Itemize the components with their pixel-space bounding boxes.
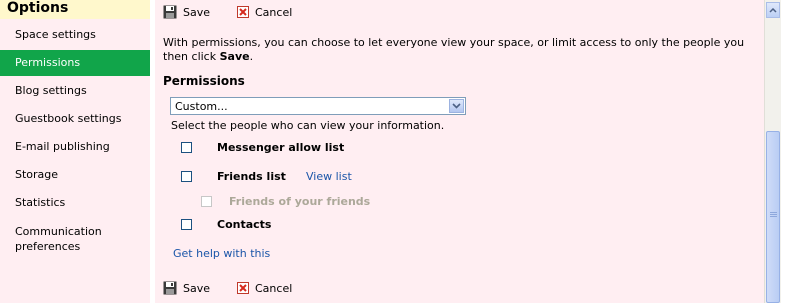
messenger-allow-list-option: Messenger allow list <box>181 139 344 155</box>
options-sidebar: Options Space settings Permissions Blog … <box>0 0 150 303</box>
cancel-button-bottom[interactable]: Cancel <box>237 280 292 296</box>
friends-of-friends-checkbox[interactable] <box>201 195 212 207</box>
dropdown-value: Custom... <box>175 100 228 113</box>
save-icon <box>163 281 177 295</box>
sidebar-item-storage[interactable]: Storage <box>0 162 150 188</box>
friends-list-checkbox[interactable] <box>181 170 192 182</box>
chevron-down-icon[interactable] <box>449 99 464 113</box>
friends-list-option: Friends list View list <box>181 168 352 184</box>
intro-line-1: With permissions, you can choose to let … <box>163 36 745 49</box>
window-edge <box>781 0 787 303</box>
save-button-bottom[interactable]: Save <box>163 280 210 296</box>
view-list-link[interactable]: View list <box>306 170 352 183</box>
messenger-allow-list-label: Messenger allow list <box>217 140 345 154</box>
sidebar-item-label-line2: preferences <box>15 240 81 253</box>
friends-of-friends-label: Friends of your friends <box>229 194 371 208</box>
sidebar-item-communication-preferences[interactable]: Communication preferences <box>0 219 150 255</box>
sidebar-item-statistics[interactable]: Statistics <box>0 190 150 216</box>
bottom-toolbar: Save Cancel <box>155 276 764 298</box>
sidebar-item-space-settings[interactable]: Space settings <box>0 22 150 48</box>
contacts-option: Contacts <box>181 216 271 232</box>
top-toolbar: Save Cancel <box>155 0 764 22</box>
sidebar-title: Options <box>0 0 150 19</box>
contacts-checkbox[interactable] <box>181 218 192 230</box>
sidebar-item-permissions[interactable]: Permissions <box>0 50 150 76</box>
close-icon <box>237 6 249 18</box>
vertical-scrollbar[interactable] <box>764 0 781 303</box>
cancel-button-top[interactable]: Cancel <box>237 4 292 20</box>
intro-save-word: Save <box>219 50 250 63</box>
cancel-label: Cancel <box>255 281 293 295</box>
save-label: Save <box>183 281 211 295</box>
permissions-dropdown[interactable]: Custom... <box>170 97 466 115</box>
sidebar-item-label: Communication <box>15 225 102 238</box>
permissions-panel: Save Cancel With permissions, you can ch… <box>155 0 764 303</box>
save-icon <box>163 5 177 19</box>
sidebar-item-guestbook-settings[interactable]: Guestbook settings <box>0 106 150 132</box>
friends-list-label: Friends list <box>217 169 286 183</box>
chevron-up-icon <box>769 7 777 13</box>
select-hint: Select the people who can view your info… <box>171 119 445 132</box>
help-link[interactable]: Get help with this <box>173 247 270 260</box>
intro-line-2-end: . <box>249 50 254 63</box>
friends-of-friends-option: Friends of your friends <box>201 193 370 209</box>
sidebar-item-email-publishing[interactable]: E-mail publishing <box>0 134 150 160</box>
intro-line-2-text: then click <box>163 50 220 63</box>
intro-line-2: then click Save. <box>163 50 764 64</box>
save-button-top[interactable]: Save <box>163 4 210 20</box>
save-label: Save <box>183 5 211 19</box>
contacts-label: Contacts <box>217 217 272 231</box>
sidebar-item-blog-settings[interactable]: Blog settings <box>0 78 150 104</box>
permissions-title: Permissions <box>163 74 245 88</box>
intro-text: With permissions, you can choose to let … <box>163 36 764 64</box>
scroll-up-button[interactable] <box>766 2 780 18</box>
close-icon <box>237 282 249 294</box>
cancel-label: Cancel <box>255 5 293 19</box>
scroll-thumb[interactable] <box>766 131 780 303</box>
messenger-allow-list-checkbox[interactable] <box>181 141 192 153</box>
